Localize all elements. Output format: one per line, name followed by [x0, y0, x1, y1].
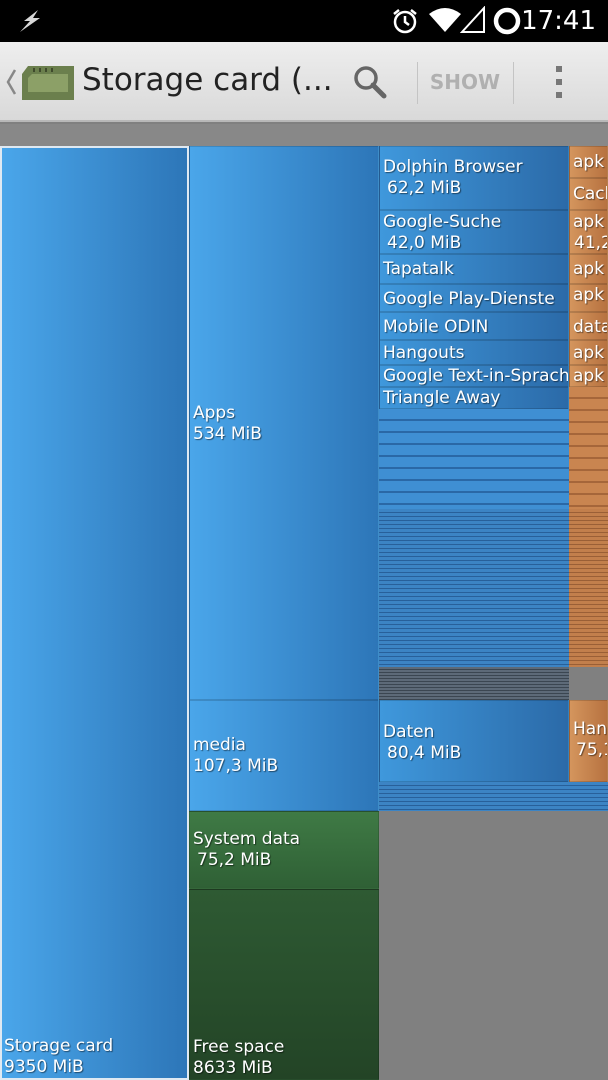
- tile-label: apk: [573, 343, 605, 363]
- show-button[interactable]: SHOW: [418, 42, 512, 122]
- tile-size: 62,2 MiB: [387, 178, 462, 198]
- tile-app-item[interactable]: Mobile ODIN: [379, 312, 569, 340]
- tile-small-apps[interactable]: [379, 667, 569, 700]
- tile-label: apk: [573, 212, 605, 232]
- tile-label: Cach: [573, 184, 607, 204]
- charging-icon: [20, 10, 40, 32]
- tile-sub-item[interactable]: apk 41,2: [569, 210, 608, 254]
- tile-small-media[interactable]: [379, 782, 569, 811]
- tile-label: Hangouts: [383, 343, 465, 363]
- tile-app-item[interactable]: Google Play-Dienste: [379, 284, 569, 312]
- tile-sub-item[interactable]: data: [569, 312, 608, 340]
- wifi-icon: [429, 8, 461, 32]
- divider: [513, 62, 514, 104]
- tile-small-sub-items[interactable]: [569, 509, 608, 667]
- action-bar: Storage card (... SHOW: [0, 42, 608, 122]
- tile-media[interactable]: media 107,3 MiB: [189, 700, 379, 811]
- up-button[interactable]: [0, 42, 78, 122]
- alarm-icon: [393, 9, 417, 34]
- tile-system-data[interactable]: System data 75,2 MiB: [189, 811, 379, 889]
- tile-label: apk: [573, 366, 605, 386]
- tile-sub-item[interactable]: Cach: [569, 178, 608, 210]
- tile-label: Free space: [193, 1037, 285, 1057]
- page-title: Storage card (...: [82, 62, 333, 98]
- battery-ring-icon: [493, 7, 521, 35]
- tile-app-item[interactable]: Tapatalk: [379, 254, 569, 284]
- tile-label: Triangle Away: [383, 388, 501, 408]
- tile-app-item[interactable]: Google Text-in-Sprache: [379, 365, 569, 387]
- tile-label: Mobile ODIN: [383, 317, 489, 337]
- header-strip: [0, 124, 608, 146]
- tile-sub-item[interactable]: apk: [569, 146, 608, 178]
- tile-label: Tapatalk: [383, 259, 454, 279]
- sd-card-icon: [22, 66, 74, 100]
- tile-size: 107,3 MiB: [193, 756, 279, 776]
- tile-sub-item[interactable]: Hang 75,1: [569, 700, 608, 782]
- tile-sub-item[interactable]: apk: [569, 284, 608, 312]
- tile-size: 534 MiB: [193, 424, 262, 444]
- tile-small-apps[interactable]: [379, 509, 569, 667]
- tile-label: Storage card: [4, 1036, 114, 1056]
- clock: 17:41: [521, 6, 596, 36]
- tile-label: apk: [573, 259, 605, 279]
- tile-label: System data: [193, 829, 301, 849]
- search-icon: [354, 66, 387, 99]
- signal-icon: [460, 6, 485, 33]
- tile-size: 41,2: [574, 233, 607, 253]
- tile-size: 80,4 MiB: [387, 743, 462, 763]
- tile-sub-item[interactable]: apk: [569, 340, 608, 365]
- tile-label: media: [193, 735, 246, 755]
- tile-apps[interactable]: Apps 534 MiB: [189, 146, 379, 700]
- tile-label: Apps: [193, 403, 236, 423]
- chevron-left-icon: [6, 69, 17, 95]
- tile-sub-item[interactable]: apk: [569, 365, 608, 387]
- tile-storage-card[interactable]: Storage card 9350 MiB: [0, 146, 189, 1080]
- tile-label: apk: [573, 152, 605, 172]
- search-button[interactable]: [340, 42, 400, 122]
- tile-app-item[interactable]: Google-Suche 42,0 MiB: [379, 210, 569, 254]
- status-bar: 17:41: [0, 0, 608, 42]
- tile-small-sub-items[interactable]: [569, 387, 608, 509]
- tile-label: Hang: [573, 719, 607, 739]
- tile-app-item[interactable]: Triangle Away: [379, 387, 569, 409]
- tile-size: 75,1: [576, 740, 607, 760]
- tile-size: 42,0 MiB: [387, 233, 462, 253]
- tile-small-apps[interactable]: [379, 409, 569, 509]
- overflow-menu-button[interactable]: [530, 42, 590, 122]
- tile-label: Dolphin Browser: [383, 157, 523, 177]
- tile-label: Daten: [383, 722, 435, 742]
- tile-daten[interactable]: Daten 80,4 MiB: [379, 700, 569, 782]
- tile-size: 8633 MiB: [193, 1058, 273, 1078]
- tile-label: apk: [573, 285, 605, 305]
- tile-label: Google Text-in-Sprache: [383, 366, 569, 386]
- tile-app-item[interactable]: Dolphin Browser 62,2 MiB: [379, 146, 569, 210]
- tile-sub-item[interactable]: apk: [569, 254, 608, 284]
- tile-label: data: [573, 317, 608, 337]
- tile-label: Google-Suche: [383, 212, 502, 232]
- tile-label: Google Play-Dienste: [383, 289, 555, 309]
- tile-size: 9350 MiB: [4, 1057, 84, 1077]
- tile-free-space[interactable]: Free space 8633 MiB: [189, 889, 379, 1080]
- tile-small-media[interactable]: [569, 782, 608, 811]
- tile-app-item[interactable]: Hangouts: [379, 340, 569, 365]
- tile-size: 75,2 MiB: [197, 850, 272, 870]
- overflow-menu-icon: [556, 66, 562, 98]
